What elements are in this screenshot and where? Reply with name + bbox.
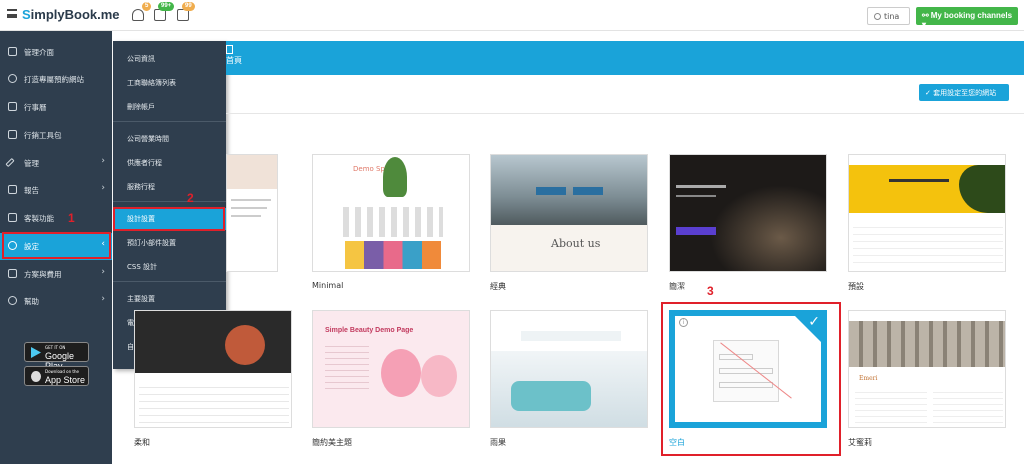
apple-icon [31, 371, 41, 382]
chevron-right-icon: › [101, 294, 105, 304]
sidebar-item-marketing[interactable]: 行銷工具包 [0, 122, 112, 149]
chat-icon [8, 296, 17, 305]
divider [113, 281, 226, 282]
megaphone-icon [8, 130, 17, 139]
annotation-number-3: 3 [707, 284, 714, 298]
theme-thumbnail-hugo[interactable] [490, 310, 648, 428]
submenu-provider-schedule[interactable]: 供應者行程 [113, 152, 226, 174]
my-booking-channels-button[interactable]: ⚯ My booking channels ▾ [916, 7, 1018, 29]
gift-icon [8, 213, 17, 222]
calendar-badge: 99 [182, 2, 195, 11]
sidebar-item-help[interactable]: 幫助 › [0, 288, 112, 315]
top-bar: SimplyBook.me 5 99+ 99 tina ⚯ My booking … [0, 0, 1024, 31]
tasks-badge: 99+ [158, 2, 175, 11]
submenu-delete-account[interactable]: 刪除帳戶 [113, 96, 226, 118]
hamburger-menu-icon[interactable] [7, 9, 17, 18]
submenu-widget-settings[interactable]: 預訂小部件設置 [113, 232, 226, 254]
google-play-badge[interactable]: GET IT ONGoogle Play [24, 342, 89, 371]
theme-thumbnail-emily[interactable]: Emeri [848, 310, 1006, 428]
dashboard-icon [8, 47, 17, 56]
theme-label-emily: 艾蜜莉 [848, 438, 872, 447]
app-store-badge[interactable]: Download on the App Store [24, 366, 89, 386]
theme-label-minimal: Minimal [312, 281, 344, 290]
theme-thumbnail-concise[interactable] [669, 154, 827, 272]
submenu-service-schedule[interactable]: 服務行程 [113, 176, 226, 198]
theme-label-default: 預設 [848, 282, 864, 291]
annotation-box-design-settings [113, 207, 225, 231]
sidebar-item-dashboard[interactable]: 管理介面 [0, 39, 112, 66]
annotation-box-settings [2, 232, 111, 259]
divider [113, 201, 226, 202]
theme-thumbnail-minimal[interactable]: Demo Spa [312, 154, 470, 272]
sidebar-item-website[interactable]: 打造專屬預約網站 [0, 66, 112, 93]
theme-preview-heading: Emeri [859, 375, 878, 382]
theme-thumbnail-classic[interactable]: About us [490, 154, 648, 272]
page-banner: 首頁 [226, 41, 1024, 75]
link-icon: ⚯ [922, 11, 929, 20]
submenu-css-design[interactable]: CSS 設計 [113, 256, 226, 278]
lightbulb-icon [8, 74, 17, 83]
submenu-main-settings[interactable]: 主要設置 [113, 288, 226, 310]
divider [113, 121, 226, 122]
card-icon [8, 269, 17, 278]
theme-label-classic: 經典 [490, 282, 506, 291]
sidebar-item-plans[interactable]: 方案與費用 › [0, 261, 112, 288]
annotation-number-2: 2 [187, 191, 194, 205]
logo[interactable]: SimplyBook.me [22, 7, 120, 22]
submenu-business-hours[interactable]: 公司營業時間 [113, 128, 226, 150]
theme-preview-heading: About us [551, 237, 601, 250]
submenu-contacts[interactable]: 工商聯絡簿列表 [113, 72, 226, 94]
bell-icon[interactable] [132, 9, 144, 21]
sidebar-item-manage[interactable]: 管理 › [0, 150, 112, 177]
theme-preview-heading: Simple Beauty Demo Page [325, 327, 414, 334]
sidebar-item-calendar[interactable]: 行事曆 [0, 94, 112, 121]
play-store-icon [31, 347, 41, 358]
sidebar-item-reports[interactable]: 報告 › [0, 177, 112, 204]
sidebar-item-custom-features[interactable]: 客製功能 [0, 205, 112, 232]
divider [226, 113, 1024, 114]
user-icon [874, 13, 881, 20]
theme-thumbnail-soft[interactable] [134, 310, 292, 428]
chevron-right-icon: › [101, 156, 105, 166]
theme-thumbnail-default[interactable] [848, 154, 1006, 272]
calendar-icon [8, 102, 17, 111]
apply-to-website-button[interactable]: ✓ 套用設定至您的網站 [919, 84, 1009, 101]
submenu-company-info[interactable]: 公司資訊 [113, 48, 226, 70]
theme-label-simple-beauty: 簡約美主題 [312, 438, 352, 447]
banner-title: 首頁 [226, 56, 242, 65]
user-menu[interactable]: tina [867, 7, 910, 25]
theme-label-soft: 柔和 [134, 438, 150, 447]
chevron-right-icon: › [101, 183, 105, 193]
pencil-icon [5, 157, 15, 168]
theme-thumbnail-simple-beauty[interactable]: Simple Beauty Demo Page [312, 310, 470, 428]
theme-thumbnail-partial[interactable] [226, 154, 278, 272]
chart-icon [8, 185, 17, 194]
document-icon [226, 45, 233, 54]
annotation-number-1: 1 [68, 211, 75, 225]
annotation-box-blank-theme [661, 302, 841, 456]
chevron-right-icon: › [101, 267, 105, 277]
theme-label-hugo: 雨果 [490, 438, 506, 447]
theme-label-concise: 簡潔 [669, 282, 685, 291]
notification-badge: 5 [142, 2, 152, 11]
